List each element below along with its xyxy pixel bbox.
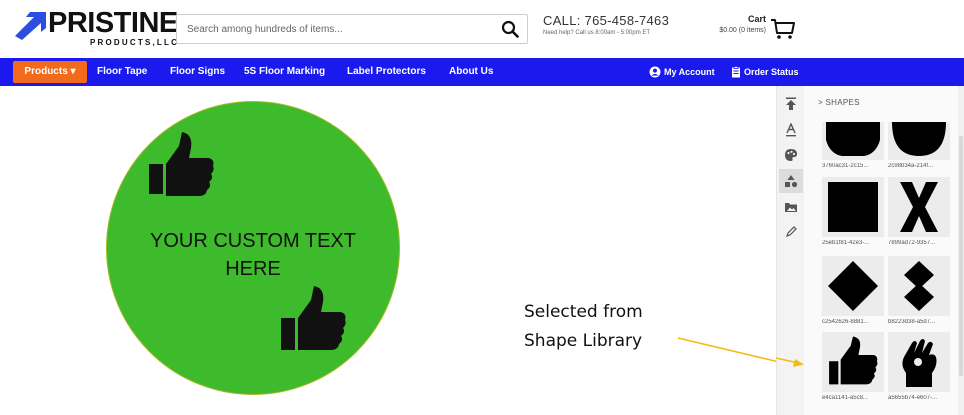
palette-icon bbox=[785, 149, 797, 161]
text-tool[interactable] bbox=[779, 118, 803, 142]
search-icon[interactable] bbox=[501, 20, 519, 38]
ok-hand-icon bbox=[902, 339, 937, 387]
square-icon bbox=[828, 182, 878, 232]
clipboard-icon bbox=[732, 66, 740, 78]
shape-label: e4ca1141-a5c8... bbox=[822, 395, 868, 401]
shape-tile[interactable] bbox=[888, 256, 950, 316]
nav-link-label-protectors[interactable]: Label Protectors bbox=[347, 58, 426, 86]
images-icon bbox=[785, 203, 797, 212]
x-mark-icon bbox=[900, 182, 938, 232]
flat-bottom-shape-icon bbox=[826, 122, 880, 156]
logo-subtitle: PRODUCTS,LLC bbox=[90, 38, 180, 47]
nav-link-5s-floor-marking[interactable]: 5S Floor Marking bbox=[244, 58, 325, 86]
semicircle-icon bbox=[892, 122, 946, 156]
call-hours: Need help? Call us 8:00am - 5:00pm ET bbox=[543, 30, 651, 36]
call-info: CALL: 765-458-7463 Need help? Call us 8:… bbox=[543, 13, 669, 38]
cart-icon bbox=[771, 19, 795, 39]
annotation-line-1: Selected from bbox=[524, 302, 643, 322]
shape-tile[interactable] bbox=[888, 177, 950, 237]
my-account-link[interactable]: My Account bbox=[649, 58, 715, 86]
products-menu-button[interactable]: Products ▾ bbox=[13, 61, 87, 83]
shape-label: 7899ad72-9357... bbox=[888, 240, 936, 246]
images-tool[interactable] bbox=[779, 195, 803, 219]
my-account-label: My Account bbox=[664, 67, 715, 77]
cart-summary: $0.00 (0 items) bbox=[719, 27, 766, 34]
upload-tool[interactable] bbox=[779, 92, 803, 116]
phone-number[interactable]: CALL: 765-458-7463 bbox=[543, 13, 669, 28]
nav-link-floor-tape[interactable]: Floor Tape bbox=[97, 58, 147, 86]
shape-tile[interactable] bbox=[822, 122, 884, 160]
diamond-icon bbox=[828, 261, 878, 311]
shape-tile[interactable] bbox=[888, 332, 950, 392]
shapes-tool[interactable] bbox=[779, 169, 803, 193]
upload-icon bbox=[786, 97, 796, 110]
cart-button[interactable]: Cart $0.00 (0 items) bbox=[700, 14, 820, 44]
thumbs-up-icon bbox=[829, 336, 878, 385]
panel-title[interactable]: > SHAPES bbox=[818, 98, 860, 107]
shape-tile[interactable] bbox=[888, 122, 950, 160]
cart-label: Cart bbox=[747, 14, 766, 24]
main-nav: Products ▾ Floor Tape Floor Signs 5S Flo… bbox=[0, 58, 964, 86]
site-header: PRISTINE PRODUCTS,LLC CALL: 765-458-7463… bbox=[0, 0, 964, 58]
account-icon bbox=[649, 66, 661, 78]
shape-tile[interactable] bbox=[822, 256, 884, 316]
shape-label: c2542626-8881... bbox=[822, 319, 869, 325]
custom-text[interactable]: YOUR CUSTOM TEXT HERE bbox=[107, 227, 399, 283]
annotation-line-2: Shape Library bbox=[524, 331, 643, 351]
shape-label: 2c98b34a-214f... bbox=[888, 163, 934, 169]
shape-tile[interactable] bbox=[822, 177, 884, 237]
nav-link-floor-signs[interactable]: Floor Signs bbox=[170, 58, 225, 86]
shape-tile[interactable] bbox=[822, 332, 884, 392]
double-diamond-icon bbox=[904, 261, 934, 311]
pristine-logo[interactable]: PRISTINE PRODUCTS,LLC bbox=[12, 8, 178, 48]
shape-label: b8223d38-a5d7... bbox=[888, 319, 936, 325]
shapes-panel: > SHAPES 3760ac31-2c15... 2c98b34a-214f.… bbox=[804, 86, 964, 415]
design-canvas: YOUR CUSTOM TEXT HERE Selected from Shap… bbox=[0, 86, 776, 415]
order-status-label: Order Status bbox=[744, 67, 799, 77]
order-status-link[interactable]: Order Status bbox=[731, 58, 799, 86]
annotation-text: Selected from Shape Library bbox=[524, 298, 643, 356]
thumbs-up-icon[interactable] bbox=[277, 286, 351, 356]
thumbs-up-icon[interactable] bbox=[149, 132, 215, 202]
sign-circle[interactable]: YOUR CUSTOM TEXT HERE bbox=[106, 101, 400, 395]
custom-text-line-1: YOUR CUSTOM TEXT bbox=[150, 230, 356, 252]
color-tool[interactable] bbox=[779, 143, 803, 167]
nav-link-about-us[interactable]: About Us bbox=[449, 58, 493, 86]
scrollbar-thumb[interactable] bbox=[959, 136, 963, 376]
logo-arrow-icon bbox=[15, 12, 46, 40]
search-input[interactable] bbox=[177, 15, 487, 43]
custom-text-line-2: HERE bbox=[225, 258, 281, 280]
draw-tool[interactable] bbox=[779, 220, 803, 244]
pencil-icon bbox=[786, 226, 797, 237]
panel-scrollbar[interactable] bbox=[958, 86, 964, 415]
tool-rail bbox=[776, 86, 804, 415]
shape-label: 3760ac31-2c15... bbox=[822, 163, 869, 169]
shape-label: 25eb1f81-42e3-... bbox=[822, 240, 870, 246]
logo-name: PRISTINE bbox=[48, 7, 178, 39]
search-box bbox=[176, 14, 528, 44]
text-icon bbox=[786, 123, 796, 137]
shape-label: a5655b74-e607-... bbox=[888, 395, 938, 401]
shapes-icon bbox=[785, 175, 798, 188]
